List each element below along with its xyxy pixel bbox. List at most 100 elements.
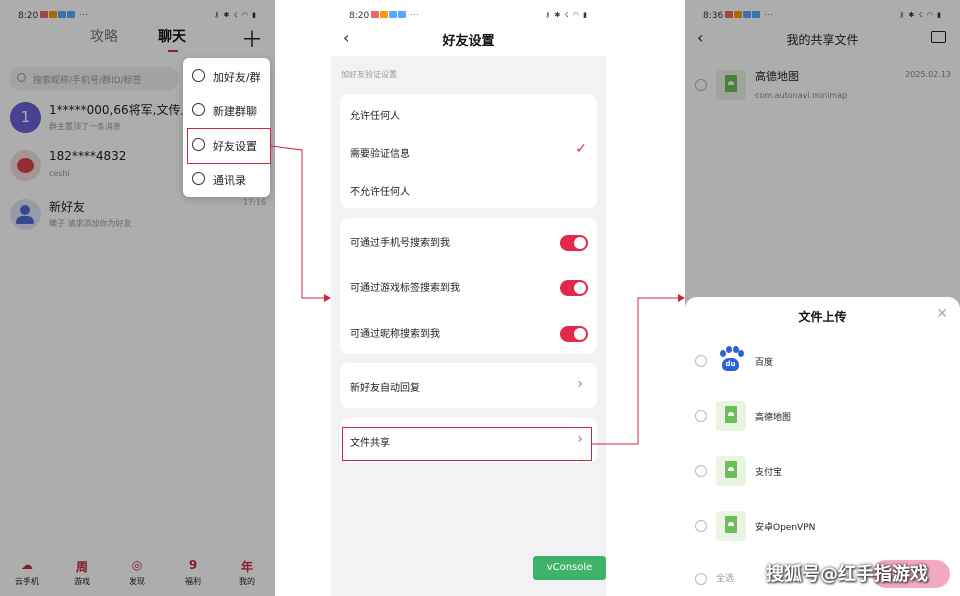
- plus-icon[interactable]: ＋: [241, 22, 263, 54]
- notification-icons: ···: [40, 11, 89, 19]
- select-all-checkbox[interactable]: [695, 573, 707, 585]
- chat-name: 新好友: [49, 200, 86, 214]
- file-name: 高德地图: [755, 70, 799, 83]
- status-time: 8:20: [349, 11, 370, 21]
- option-label: 需要验证信息: [350, 149, 410, 160]
- top-tabs: 攻略 聊天: [0, 26, 275, 52]
- menu-new-group[interactable]: 新建群聊: [183, 93, 270, 127]
- upload-item[interactable]: 高德地图: [685, 391, 960, 441]
- header: ‹ 好友设置: [331, 22, 606, 56]
- chat-screen: 8:20 ··· ⚷ ✱ ☇ ◠ ▮ 攻略 聊天 ＋ 搜索昵称/手机号/群ID/…: [0, 0, 275, 596]
- new-friend-icon: [10, 199, 41, 230]
- search-icon: [17, 73, 26, 82]
- search-input[interactable]: 搜索昵称/手机号/群ID/标签: [9, 67, 179, 91]
- item-name: 高德地图: [755, 413, 792, 423]
- apk-icon: [716, 511, 746, 541]
- apk-icon: [716, 456, 746, 486]
- highlight-box-file-share: [342, 427, 592, 461]
- chat-preview: ceshi: [49, 169, 70, 178]
- upload-item[interactable]: 安卓OpenVPN: [685, 501, 960, 551]
- chat-preview: 群主置顶了一条消息: [49, 122, 121, 131]
- me-icon: 年: [240, 560, 253, 574]
- notification-icons: ···: [371, 11, 420, 19]
- arrow-head-1: [324, 294, 331, 302]
- tab-guides[interactable]: 攻略: [90, 26, 118, 46]
- bottom-nav: ☁ 云手机 周游戏 ◎ 发现 9 福利 年我的: [0, 554, 275, 596]
- apk-icon: [716, 401, 746, 431]
- friend-settings-screen: 8:20 ··· ⚷ ✱ ☇ ◠ ▮ ‹ 好友设置 加好友验证设置 允许任何人 …: [331, 0, 606, 596]
- upload-sheet: 文件上传 ✕ du 百度 高德地图 支付宝 安卓OpenVPN 全选: [685, 297, 960, 596]
- section-label: 加好友验证设置: [341, 70, 397, 79]
- notification-icons: ···: [725, 11, 774, 19]
- nav-cloud-phone[interactable]: ☁ 云手机: [7, 558, 47, 587]
- menu-label: 加好友/群: [213, 71, 261, 84]
- nav-games[interactable]: 周游戏: [62, 558, 102, 587]
- games-icon: 周: [75, 560, 88, 574]
- item-checkbox[interactable]: [695, 465, 707, 477]
- tab-chat[interactable]: 聊天: [158, 26, 186, 52]
- system-icons: ⚷ ✱ ☇ ◠ ▮: [545, 11, 588, 19]
- verify-options-card: 允许任何人 需要验证信息 ✓ 不允许任何人: [340, 94, 597, 208]
- row-label: 新好友自动回复: [350, 383, 420, 394]
- auto-reply-row[interactable]: 新好友自动回复 ›: [340, 366, 597, 404]
- toggle-label: 可通过游戏标签搜索到我: [350, 283, 460, 294]
- toggle-row-game-tag: 可通过游戏标签搜索到我: [340, 266, 597, 308]
- search-placeholder: 搜索昵称/手机号/群ID/标签: [33, 76, 142, 86]
- game-tag-search-toggle[interactable]: [560, 280, 588, 296]
- page-title: 好友设置: [442, 34, 495, 49]
- auto-reply-card[interactable]: 新好友自动回复 ›: [340, 363, 597, 408]
- upload-item[interactable]: du 百度: [685, 336, 960, 386]
- nav-label: 福利: [185, 577, 201, 586]
- close-icon[interactable]: ✕: [936, 306, 948, 322]
- option-allow-anyone[interactable]: 允许任何人: [340, 94, 597, 132]
- avatar: [10, 150, 41, 181]
- check-icon: ✓: [575, 141, 587, 157]
- phone-search-toggle[interactable]: [560, 235, 588, 251]
- item-checkbox[interactable]: [695, 355, 707, 367]
- option-require-verification[interactable]: 需要验证信息 ✓: [340, 132, 597, 170]
- menu-label: 通讯录: [213, 174, 246, 187]
- menu-add-friend[interactable]: 加好友/群: [183, 59, 270, 93]
- item-name: 安卓OpenVPN: [755, 523, 816, 533]
- search-toggles-card: 可通过手机号搜索到我 可通过游戏标签搜索到我 可通过昵称搜索到我: [340, 218, 597, 354]
- new-group-icon: [192, 103, 205, 116]
- select-all-label: 全选: [716, 574, 735, 584]
- discover-icon: ◎: [131, 558, 143, 572]
- upload-item[interactable]: 支付宝: [685, 446, 960, 496]
- highlight-box-friend-settings: [187, 128, 271, 164]
- add-folder-icon[interactable]: [931, 31, 946, 43]
- chevron-right-icon: ›: [577, 376, 583, 392]
- item-name: 百度: [755, 358, 774, 368]
- baidu-icon: du: [717, 346, 744, 374]
- arrow-head-2: [678, 294, 685, 302]
- menu-contacts[interactable]: 通讯录: [183, 162, 270, 196]
- toggle-row-nickname: 可通过昵称搜索到我: [340, 312, 597, 354]
- chat-name: 182****4832: [49, 149, 127, 163]
- file-package: com.autonavi.minimap: [755, 91, 848, 100]
- item-checkbox[interactable]: [695, 520, 707, 532]
- nav-me[interactable]: 年我的: [227, 558, 267, 587]
- shared-file-item[interactable]: 高德地图 com.autonavi.minimap 2025.02.13: [685, 60, 960, 110]
- option-allow-nobody[interactable]: 不允许任何人: [340, 170, 597, 208]
- nav-label: 我的: [239, 577, 255, 586]
- nav-discover[interactable]: ◎ 发现: [117, 558, 157, 587]
- watermark: 搜狐号@红手指游戏: [766, 564, 928, 585]
- vconsole-button[interactable]: vConsole: [533, 556, 606, 580]
- system-icons: ⚷ ✱ ☇ ◠ ▮: [899, 11, 942, 19]
- file-checkbox[interactable]: [695, 79, 707, 91]
- status-time: 8:20: [18, 11, 39, 21]
- chat-item[interactable]: 新好友 瞒子 请求添加你为好友 17:16: [0, 194, 275, 242]
- nav-welfare[interactable]: 9 福利: [173, 558, 213, 587]
- header: ‹ 我的共享文件: [685, 22, 960, 58]
- nickname-search-toggle[interactable]: [560, 326, 588, 342]
- arrow-line-1: [270, 145, 328, 299]
- sheet-title: 文件上传: [798, 310, 847, 324]
- item-checkbox[interactable]: [695, 410, 707, 422]
- option-label: 允许任何人: [350, 111, 400, 122]
- nav-label: 游戏: [74, 577, 90, 586]
- apk-icon: [716, 70, 746, 100]
- chat-name: 1*****000,66将军,文传上: [49, 103, 193, 117]
- cloud-phone-icon: ☁: [21, 558, 33, 572]
- page-title: 我的共享文件: [786, 33, 859, 47]
- file-date: 2025.02.13: [905, 70, 951, 79]
